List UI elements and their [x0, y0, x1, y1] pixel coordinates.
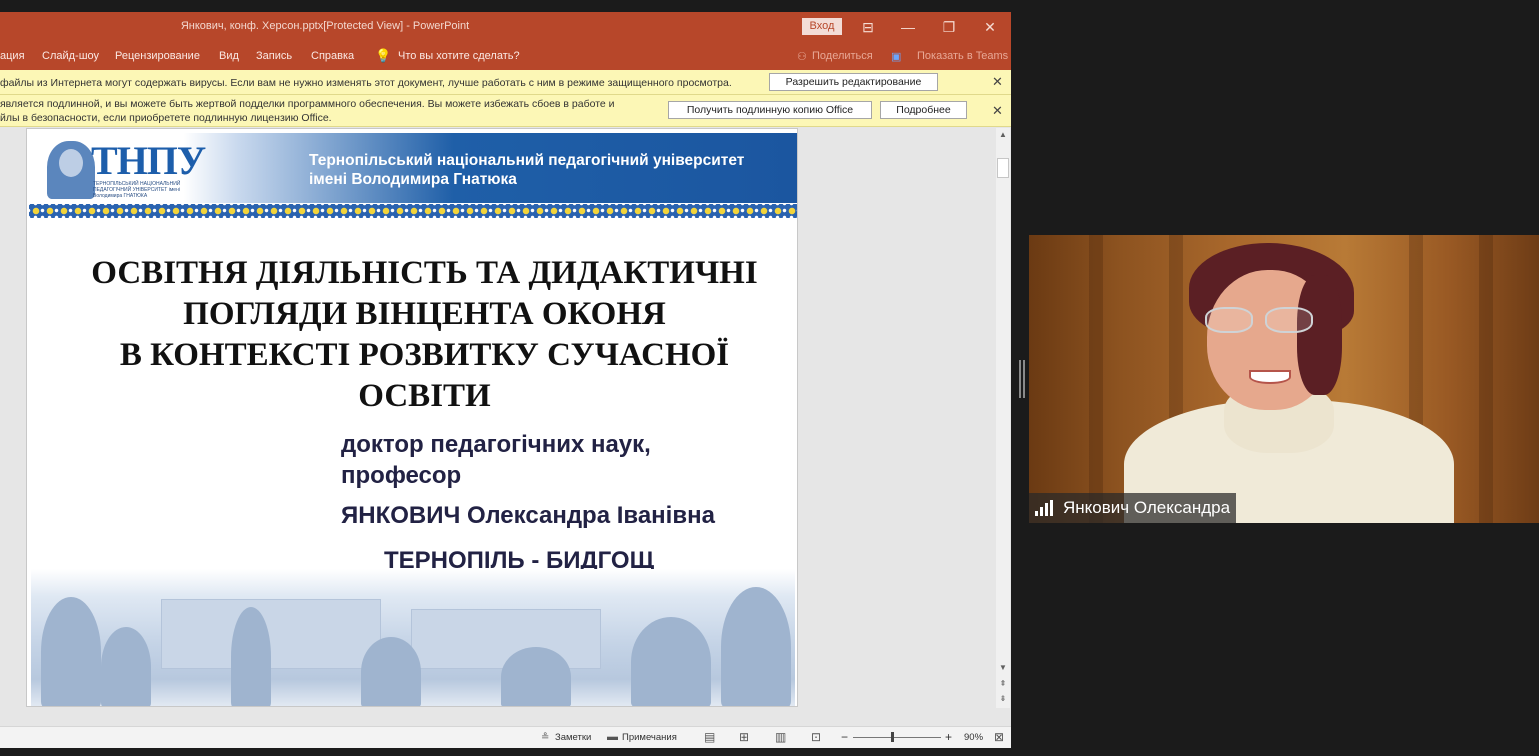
next-slide-icon[interactable]: ⇟: [996, 694, 1010, 703]
slide-title-line4: ОСВІТИ: [358, 378, 491, 414]
screen: Янкович, конф. Херсон.pptx[Protected Vie…: [0, 0, 1539, 756]
powerpoint-window: Янкович, конф. Херсон.pptx[Protected Vie…: [0, 12, 1011, 748]
campus-tree: [101, 627, 151, 706]
signal-strength-icon: [1035, 500, 1055, 516]
slide-sorter-icon[interactable]: ⊞: [739, 730, 749, 744]
license-message-line1: является подлинной, и вы можете быть жер…: [0, 98, 615, 110]
zoom-out-button[interactable]: −: [841, 730, 848, 744]
logo-portrait-icon: [47, 141, 95, 199]
university-name: Тернопільський національний педагогічний…: [309, 151, 744, 189]
status-bar: ≗ Заметки ▬ Примечания ▤ ⊞ ▥ ⊡ − + 90% ⊠: [0, 726, 1011, 748]
campus-tree: [721, 587, 791, 706]
scroll-down-icon[interactable]: ▼: [996, 663, 1010, 672]
tab-review[interactable]: Рецензирование: [115, 50, 200, 62]
tell-me-search[interactable]: Что вы хотите сделать?: [398, 50, 520, 62]
enable-editing-button[interactable]: Разрешить редактирование: [769, 73, 938, 91]
campus-tree: [361, 637, 421, 706]
campus-building: [161, 599, 381, 669]
slide-title-line3: В КОНТЕКСТІ РОЗВИТКУ СУЧАСНОЇ: [119, 337, 730, 373]
normal-view-icon[interactable]: ▤: [704, 730, 715, 744]
comments-button[interactable]: Примечания: [622, 732, 677, 743]
zoom-level[interactable]: 90%: [964, 732, 983, 743]
title-bar: Янкович, конф. Херсон.pptx[Protected Vie…: [0, 12, 1011, 42]
license-warning-bar: является подлинной, и вы можете быть жер…: [0, 95, 1011, 127]
slide-title-line1: ОСВІТНЯ ДІЯЛЬНІСТЬ ТА ДИДАКТИЧНІ: [91, 255, 758, 291]
university-name-line2: імені Володимира Гнатюка: [309, 171, 517, 188]
lightbulb-icon: 💡: [375, 48, 392, 63]
notes-icon: ≗: [541, 732, 550, 743]
author-degree: доктор педагогічних наук, професор: [341, 429, 651, 491]
comments-icon: ▬: [607, 731, 618, 743]
campus-tree: [41, 597, 101, 706]
campus-tree: [231, 607, 271, 706]
protected-view-bar: файлы из Интернета могут содержать вирус…: [0, 70, 1011, 95]
zoom-in-button[interactable]: +: [945, 730, 952, 744]
zoom-slider[interactable]: [853, 737, 941, 738]
fit-to-window-icon[interactable]: ⊠: [994, 730, 1004, 744]
restore-icon[interactable]: ❐: [936, 16, 962, 38]
slide[interactable]: ТНПУ ТЕРНОПІЛЬСЬКИЙ НАЦІОНАЛЬНИЙ ПЕДАГОГ…: [26, 128, 798, 707]
ribbon-display-options-icon[interactable]: ⊟: [855, 16, 881, 38]
share-button[interactable]: Поделиться: [812, 50, 873, 62]
protected-view-message: файлы из Интернета могут содержать вирус…: [0, 77, 732, 89]
panel-splitter[interactable]: [1023, 360, 1025, 398]
reading-view-icon[interactable]: ▥: [775, 730, 786, 744]
scrollbar-thumb[interactable]: [997, 158, 1009, 178]
campus-tree: [631, 617, 711, 706]
university-banner: ТНПУ ТЕРНОПІЛЬСЬКИЙ НАЦІОНАЛЬНИЙ ПЕДАГОГ…: [29, 133, 797, 203]
ribbon-tabs: ация Слайд-шоу Рецензирование Вид Запись…: [0, 42, 1011, 70]
learn-more-button[interactable]: Подробнее: [880, 101, 967, 119]
panel-splitter[interactable]: [1019, 360, 1021, 398]
participant-video-tile[interactable]: Янкович Олександра: [1029, 235, 1539, 523]
degree-line2: професор: [341, 462, 462, 489]
slide-workspace: ТНПУ ТЕРНОПІЛЬСЬКИЙ НАЦІОНАЛЬНИЙ ПЕДАГОГ…: [0, 128, 1011, 726]
participant-glasses: [1205, 307, 1317, 335]
close-icon[interactable]: ✕: [977, 16, 1003, 38]
tab-view[interactable]: Вид: [219, 50, 239, 62]
scroll-up-icon[interactable]: ▲: [996, 130, 1010, 139]
notes-button[interactable]: Заметки: [555, 732, 591, 743]
tab-help[interactable]: Справка: [311, 50, 354, 62]
show-in-teams-button[interactable]: Показать в Teams: [917, 50, 1008, 62]
author-name: ЯНКОВИЧ Олександра Іванівна: [341, 502, 715, 529]
minimize-icon[interactable]: —: [895, 16, 921, 38]
teams-icon: ▣: [891, 51, 902, 63]
window-title: Янкович, конф. Херсон.pptx[Protected Vie…: [180, 20, 470, 32]
campus-tree: [501, 647, 571, 706]
tab-record[interactable]: Запись: [256, 50, 292, 62]
sign-in-button[interactable]: Вход: [802, 18, 842, 35]
participant-name: Янкович Олександра: [1063, 498, 1231, 517]
slideshow-icon[interactable]: ⊡: [811, 730, 821, 744]
slide-title: ОСВІТНЯ ДІЯЛЬНІСТЬ ТА ДИДАКТИЧНІ ПОГЛЯДИ…: [27, 253, 797, 417]
person-icon: ⚇: [797, 51, 807, 63]
vertical-scrollbar[interactable]: ▲ ▼ ⇞ ⇟: [996, 128, 1010, 708]
degree-line1: доктор педагогічних наук,: [341, 431, 651, 458]
tab-slideshow[interactable]: Слайд-шоу: [42, 50, 99, 62]
curtain-fold: [1089, 235, 1103, 523]
curtain-fold: [1479, 235, 1493, 523]
close-license-bar-icon[interactable]: ✕: [992, 103, 1003, 119]
tab-animations[interactable]: ация: [0, 50, 25, 62]
participant-hair: [1297, 275, 1342, 395]
zoom-slider-knob[interactable]: [891, 732, 895, 742]
campus-photo: [31, 569, 795, 706]
previous-slide-icon[interactable]: ⇞: [996, 679, 1010, 688]
logo-caption: ТЕРНОПІЛЬСЬКИЙ НАЦІОНАЛЬНИЙ ПЕДАГОГІЧНИЙ…: [93, 181, 181, 199]
participant-smile: [1249, 370, 1291, 384]
license-message-line2: йлы в безопасности, если приобретете под…: [0, 112, 332, 124]
participant-name-tag: Янкович Олександра: [1029, 493, 1237, 523]
get-genuine-office-button[interactable]: Получить подлинную копию Office: [668, 101, 872, 119]
slide-title-line2: ПОГЛЯДИ ВІНЦЕНТА ОКОНЯ: [183, 296, 666, 332]
embroidery-ornament: [29, 204, 797, 218]
close-protected-bar-icon[interactable]: ✕: [992, 74, 1003, 90]
university-name-line1: Тернопільський національний педагогічний…: [309, 152, 745, 169]
university-logo: ТНПУ: [91, 138, 206, 183]
